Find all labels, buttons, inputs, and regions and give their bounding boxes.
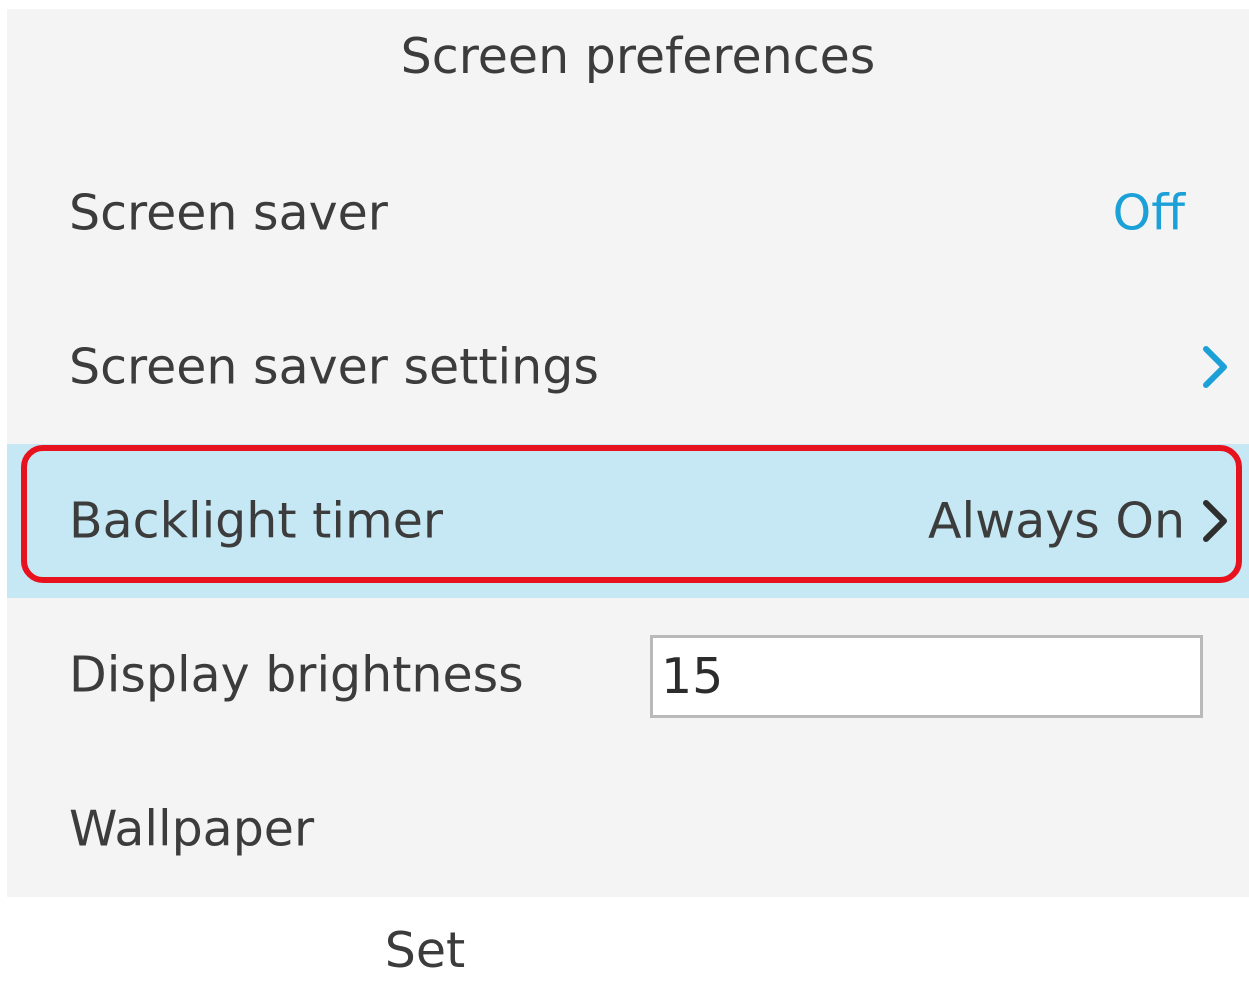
menu-item-label: Display brightness (69, 646, 524, 704)
menu-item-screen-saver[interactable]: Screen saver Off (7, 136, 1249, 290)
chevron-right-icon (1203, 500, 1227, 542)
backlight-timer-value: Always On (928, 492, 1185, 550)
menu-item-backlight-timer[interactable]: Backlight timer Always On (7, 444, 1249, 598)
set-softkey-button[interactable]: Set (330, 905, 520, 979)
menu-item-label: Screen saver (69, 184, 388, 242)
display-brightness-input[interactable] (650, 635, 1203, 718)
chevron-right-icon (1203, 346, 1227, 388)
menu-item-wallpaper[interactable]: Wallpaper (7, 752, 1249, 906)
menu-item-label: Backlight timer (69, 492, 443, 550)
menu-item-label: Screen saver settings (69, 338, 599, 396)
phone-screen: Screen preferences Screen saver Off Scre… (7, 9, 1249, 897)
menu-item-label: Wallpaper (69, 800, 315, 858)
screen-saver-value: Off (1112, 184, 1185, 242)
page-title: Screen preferences (400, 28, 876, 85)
softkey-bar: Set (0, 897, 1249, 979)
menu-item-screen-saver-settings[interactable]: Screen saver settings (7, 290, 1249, 444)
